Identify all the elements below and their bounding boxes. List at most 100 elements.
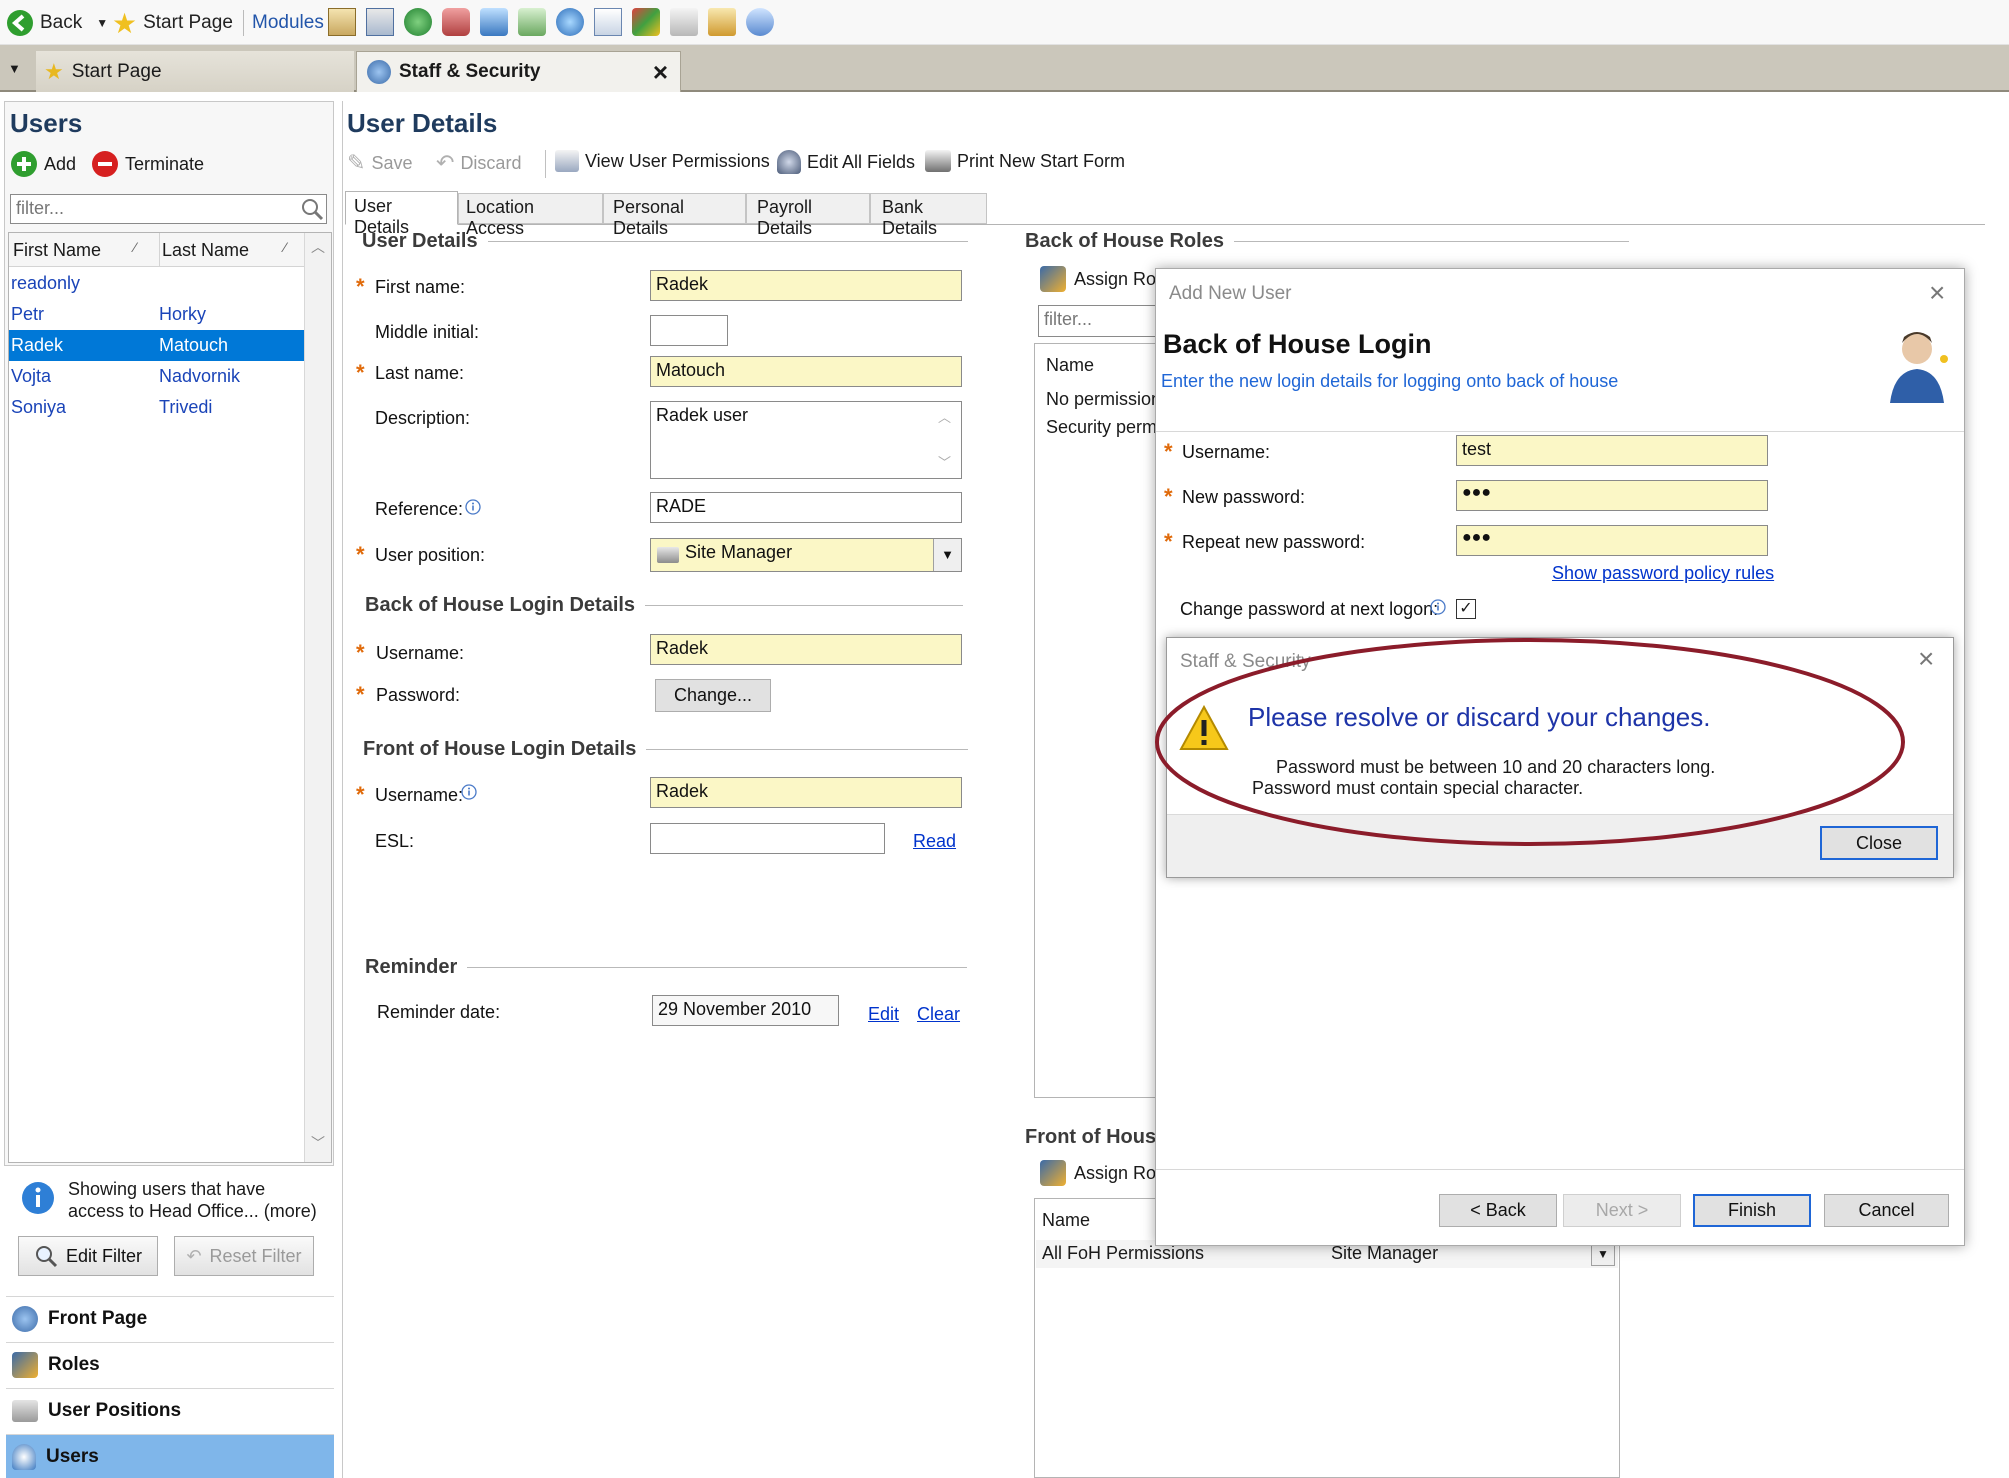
wizard-cancel-button[interactable]: Cancel <box>1824 1194 1949 1227</box>
esl-field[interactable] <box>650 823 885 854</box>
scroll-module-icon[interactable] <box>708 8 736 36</box>
calendar-module-icon[interactable] <box>328 8 356 36</box>
scroll-up-icon[interactable]: ︿ <box>311 237 325 257</box>
reminder-date-field[interactable]: 29 November 2010 <box>652 995 839 1026</box>
modules-button[interactable]: Modules <box>252 7 324 39</box>
reference-info-icon[interactable] <box>465 499 481 515</box>
password-label: Password: <box>376 685 461 705</box>
list-item[interactable]: Vojta Nadvornik <box>9 361 304 392</box>
last-name-field[interactable]: Matouch <box>650 356 962 387</box>
wizard-new-password-field[interactable]: ●●● <box>1456 480 1768 511</box>
scroll-down-icon[interactable]: ﹀ <box>311 1133 325 1153</box>
user-position-select[interactable]: Site Manager ▼ <box>650 538 962 572</box>
description-field[interactable]: Radek user <box>650 401 962 479</box>
web-module-icon[interactable] <box>556 8 584 36</box>
edit-all-fields-button[interactable]: Edit All Fields <box>777 150 915 174</box>
start-page-button[interactable]: ★ Start Page <box>112 7 233 39</box>
roles-icon <box>12 1352 38 1378</box>
money-module-icon[interactable] <box>518 8 546 36</box>
tab-staff-security[interactable]: Staff & Security × <box>356 51 681 92</box>
document-module-icon[interactable] <box>594 8 622 36</box>
sort-first-icon: ⁄ <box>134 239 137 255</box>
tab-bank-details[interactable]: Bank Details <box>870 193 987 238</box>
foh-col-name[interactable]: Name <box>1042 1210 1090 1231</box>
reference-field[interactable]: RADE <box>650 492 962 523</box>
list-item[interactable]: Soniya Trivedi <box>9 392 304 423</box>
staff-module-icon[interactable] <box>746 8 774 36</box>
boh-username-field[interactable]: Radek <box>650 634 962 665</box>
discard-button[interactable]: ↶ Discard <box>436 150 521 176</box>
message-close-icon[interactable]: × <box>1918 643 1934 675</box>
wizard-username-field[interactable]: test <box>1456 435 1768 466</box>
edit-filter-button[interactable]: Edit Filter <box>18 1236 158 1276</box>
tab-staff-security-label: Staff & Security <box>399 61 541 82</box>
print-start-form-button[interactable]: Print New Start Form <box>925 150 1125 172</box>
list-item-selected[interactable]: Radek Matouch <box>9 330 304 361</box>
save-button[interactable]: ✎ Save <box>347 150 412 176</box>
back-dropdown-icon[interactable]: ▼ <box>96 16 108 30</box>
wizard-repeat-password-field[interactable]: ●●● <box>1456 525 1768 556</box>
required-marker: * <box>356 360 365 385</box>
foh-assign-roles-button[interactable]: Assign Rol <box>1040 1160 1160 1186</box>
users-filter-input[interactable]: filter... <box>10 194 327 224</box>
scroll-up-icon[interactable]: ︿ <box>938 407 951 426</box>
filter-info-text[interactable]: Showing users that have access to Head O… <box>68 1178 317 1222</box>
read-link[interactable]: Read <box>913 831 956 852</box>
nav-roles[interactable]: Roles <box>6 1342 334 1387</box>
add-user-button[interactable]: Add <box>10 150 76 178</box>
globe-module-icon[interactable] <box>404 8 432 36</box>
wizard-next-button[interactable]: Next > <box>1563 1194 1681 1227</box>
change-next-logon-checkbox[interactable]: ✓ <box>1456 599 1476 619</box>
staff-security-icon <box>367 60 391 84</box>
menu-module-icon[interactable] <box>632 8 660 36</box>
password-policy-link[interactable]: Show password policy rules <box>1552 563 1774 584</box>
stock-module-icon[interactable] <box>442 8 470 36</box>
foh-username-label: Username: <box>375 785 464 805</box>
view-permissions-button[interactable]: View User Permissions <box>555 150 770 172</box>
users-filter-placeholder: filter... <box>16 198 65 218</box>
col-first-name[interactable]: First Name <box>13 240 101 261</box>
dialog-close-icon[interactable]: × <box>1929 277 1945 309</box>
section-rule <box>646 749 969 750</box>
tools-module-icon[interactable] <box>670 8 698 36</box>
roles-col-name[interactable]: Name <box>1046 355 1094 376</box>
middle-initial-field[interactable] <box>650 315 728 346</box>
nav-users[interactable]: Users <box>6 1434 334 1478</box>
first-name-field[interactable]: Radek <box>650 270 962 301</box>
wizard-back-button[interactable]: < Back <box>1439 1194 1557 1227</box>
wizard-finish-button[interactable]: Finish <box>1693 1194 1811 1227</box>
chevron-down-icon[interactable]: ▼ <box>933 539 961 571</box>
foh-username-info-icon[interactable] <box>461 784 477 800</box>
col-last-name[interactable]: Last Name <box>162 240 249 261</box>
nav-front-page[interactable]: Front Page <box>6 1296 334 1341</box>
tab-payroll-details[interactable]: Payroll Details <box>746 193 870 238</box>
assign-roles-button[interactable]: Assign Rol <box>1040 266 1160 292</box>
roles-filter-input[interactable]: filter... <box>1038 305 1168 337</box>
scroll-down-icon[interactable]: ﹀ <box>938 452 951 471</box>
view-permissions-label: View User Permissions <box>585 150 770 171</box>
tab-personal-details[interactable]: Personal Details <box>603 193 746 238</box>
list-item[interactable]: Petr Horky <box>9 299 304 330</box>
change-next-info-icon[interactable] <box>1430 599 1446 615</box>
tab-user-details[interactable]: User Details <box>345 191 458 237</box>
close-tab-icon[interactable]: × <box>653 57 668 88</box>
network-module-icon[interactable] <box>480 8 508 36</box>
list-item[interactable]: Security permi <box>1046 417 1161 438</box>
edit-reminder-link[interactable]: Edit <box>868 1004 899 1025</box>
reports-module-icon[interactable] <box>366 8 394 36</box>
reset-filter-button[interactable]: ↶ Reset Filter <box>174 1236 314 1276</box>
terminate-user-button[interactable]: Terminate <box>91 150 204 178</box>
nav-user-positions[interactable]: User Positions <box>6 1388 334 1433</box>
list-item[interactable]: readonly <box>9 268 304 299</box>
tab-location-access[interactable]: Location Access <box>458 193 603 238</box>
back-button[interactable]: Back ▼ <box>6 7 108 39</box>
users-list-scrollbar[interactable]: ︿ ﹀ <box>304 233 331 1162</box>
tab-start-page[interactable]: ★ Start Page <box>36 51 354 92</box>
clear-reminder-link[interactable]: Clear <box>917 1004 960 1025</box>
change-password-button[interactable]: Change... <box>655 679 771 712</box>
search-icon[interactable] <box>300 197 324 221</box>
list-item[interactable]: No permission <box>1046 389 1161 410</box>
tab-list-dropdown-icon[interactable]: ▼ <box>8 61 28 81</box>
foh-username-field[interactable]: Radek <box>650 777 962 808</box>
section-foh-roles-label: Front of House <box>1025 1126 1168 1148</box>
